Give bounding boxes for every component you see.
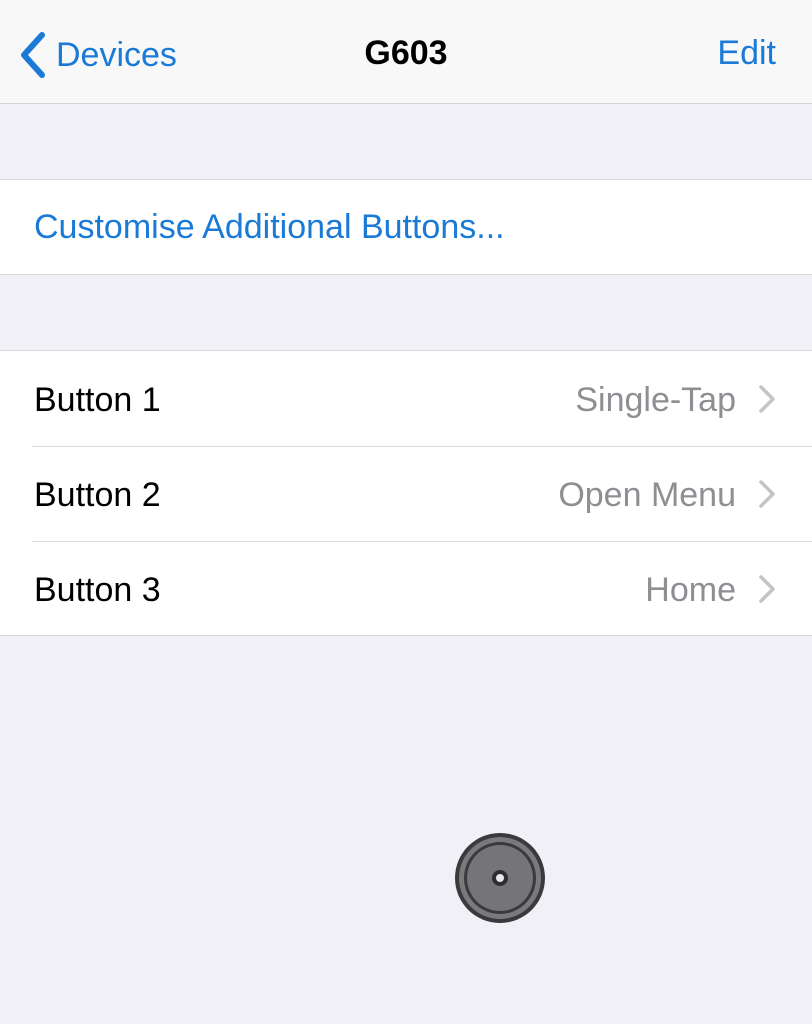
button-list: Button 1 Single-Tap Button 2 Open Menu B… (0, 350, 812, 636)
chevron-right-icon (759, 385, 775, 413)
list-item-button-2[interactable]: Button 2 Open Menu (0, 446, 812, 541)
edit-button[interactable]: Edit (717, 34, 776, 73)
list-item-label: Button 3 (34, 571, 161, 609)
list-item-button-3[interactable]: Button 3 Home (0, 541, 812, 636)
customise-additional-buttons-link[interactable]: Customise Additional Buttons... (34, 208, 505, 247)
assistive-touch-icon[interactable] (453, 831, 547, 925)
chevron-right-icon (759, 480, 775, 508)
list-item-value: Open Menu (558, 476, 736, 514)
list-item-button-1[interactable]: Button 1 Single-Tap (0, 351, 812, 446)
list-item-label: Button 1 (34, 381, 161, 419)
chevron-right-icon (759, 575, 775, 603)
list-item-value: Single-Tap (575, 381, 736, 419)
customise-section: Customise Additional Buttons... (0, 179, 812, 275)
list-item-value: Home (645, 571, 736, 609)
navigation-bar: Devices G603 Edit (0, 0, 812, 104)
page-title: G603 (364, 34, 448, 72)
list-item-label: Button 2 (34, 476, 161, 514)
